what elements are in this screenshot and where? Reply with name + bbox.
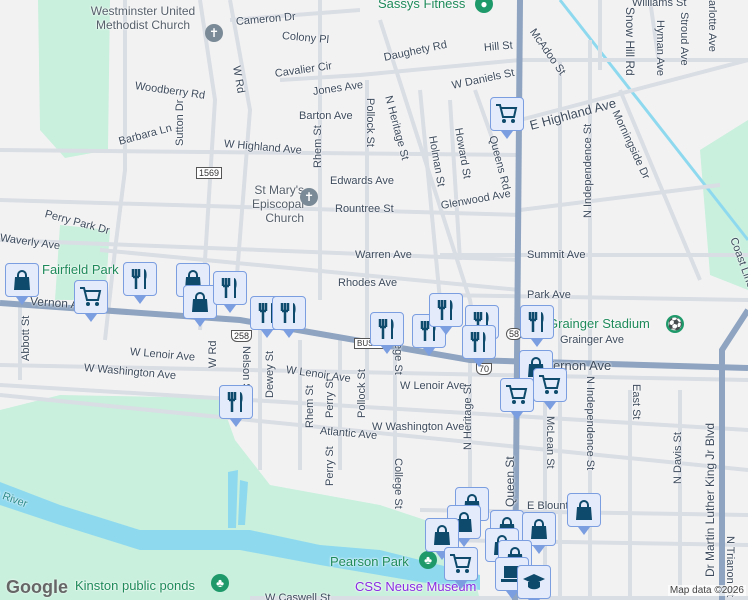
street-label: Rhem St — [312, 125, 324, 168]
restaurant-icon — [221, 278, 237, 298]
street-label: N Independence St — [582, 123, 594, 218]
street-label: Grainger Ave — [560, 334, 625, 346]
restaurant-marker[interactable] — [370, 312, 404, 354]
street-label: W Lenoir Ave — [400, 380, 466, 392]
park-icon[interactable]: ♣ — [419, 551, 437, 569]
shopping-bag-icon — [434, 525, 450, 545]
street-label: Dewey St — [264, 350, 276, 398]
poi-westminster-church[interactable]: Westminster United Methodist Church — [78, 4, 208, 32]
street-label: Perry St — [324, 378, 336, 418]
street-label: Sutton Dr — [174, 99, 186, 146]
street-label: Summit Ave — [527, 249, 586, 261]
restaurant-icon — [227, 392, 243, 412]
street-label: E Blount — [527, 500, 569, 512]
grocery-marker[interactable] — [533, 368, 567, 410]
street-label: Rhodes Ave — [338, 277, 398, 289]
park-icon[interactable]: ♣ — [211, 574, 229, 592]
restaurant-marker[interactable] — [213, 271, 247, 313]
poi-kinston-ponds[interactable]: Kinston public ponds — [75, 578, 195, 593]
street-label: Hill St — [483, 39, 514, 54]
shopping-marker[interactable] — [567, 493, 601, 535]
poi-fairfield-park[interactable]: Fairfield Park — [42, 262, 119, 277]
route-shield: 1569 — [196, 167, 223, 179]
restaurant-marker[interactable] — [520, 305, 554, 347]
poi-grainger-stadium[interactable]: Grainger Stadium — [548, 316, 650, 331]
restaurant-marker[interactable] — [429, 293, 463, 335]
grocery-marker[interactable] — [500, 378, 534, 420]
restaurant-marker[interactable] — [462, 325, 496, 367]
shopping-marker[interactable] — [183, 285, 217, 327]
street-label: W Rd — [207, 340, 219, 369]
street-label: W Caswell St — [265, 592, 331, 600]
church-icon[interactable]: ✝ — [300, 188, 318, 206]
google-logo: Google — [6, 577, 68, 597]
restaurant-icon — [131, 269, 147, 289]
shopping-bag-icon — [531, 519, 547, 539]
cart-icon — [539, 375, 561, 394]
street-label: Rountree St — [335, 203, 394, 215]
route-shield: 258 — [231, 330, 253, 342]
street-label: Pollock St — [364, 98, 376, 147]
graduation-cap-icon — [523, 574, 545, 590]
street-label: College St — [392, 458, 404, 509]
poi-sassys-fitness[interactable]: Sassys Fitness — [378, 0, 465, 11]
street-label: Barton Ave — [299, 110, 353, 122]
street-label: Warren Ave — [355, 249, 412, 261]
street-label: N Davis St — [672, 432, 684, 484]
church-icon[interactable]: ✝ — [205, 24, 223, 42]
cart-icon — [496, 104, 518, 123]
street-label: East St — [630, 384, 642, 420]
grocery-marker[interactable] — [490, 97, 524, 139]
street-label: Snow Hill Rd — [623, 7, 637, 76]
stadium-icon[interactable]: ⚽ — [666, 315, 684, 333]
street-label: Pollock St — [356, 369, 368, 418]
restaurant-icon — [528, 312, 544, 332]
restaurant-marker[interactable] — [219, 385, 253, 427]
street-label: N Independence St — [584, 376, 596, 471]
restaurant-marker[interactable] — [123, 262, 157, 304]
street-label: Rhem St — [304, 385, 316, 428]
shopping-bag-icon — [576, 500, 592, 520]
restaurant-icon — [280, 303, 296, 323]
poi-pearson-park[interactable]: Pearson Park — [330, 554, 409, 569]
street-label: Park Ave — [527, 289, 571, 301]
restaurant-marker[interactable] — [272, 296, 306, 338]
street-label: Charlotte Ave — [706, 0, 718, 52]
school-marker[interactable] — [517, 565, 551, 600]
map-base — [0, 0, 748, 600]
street-label: W Washington Ave — [372, 421, 465, 433]
grocery-marker[interactable] — [444, 547, 478, 589]
street-label: Abbott St — [20, 315, 32, 361]
street-label: N Heritage St — [462, 383, 474, 450]
restaurant-icon — [437, 300, 453, 320]
map[interactable]: Cameron Dr Colony Pl Cavalier Cir Jones … — [0, 0, 748, 600]
street-label: Queen St — [503, 456, 517, 507]
cart-icon — [506, 385, 528, 404]
shopping-marker[interactable] — [5, 263, 39, 305]
shopping-bag-icon — [192, 292, 208, 312]
shopping-bag-icon — [14, 270, 30, 290]
street-label: McLean St — [544, 416, 556, 469]
cart-icon — [80, 287, 102, 306]
street-label: Williams St — [632, 0, 687, 9]
street-label: Perry St — [324, 446, 336, 486]
grocery-marker[interactable] — [74, 280, 108, 322]
cart-icon — [450, 554, 472, 573]
poi-st-marys-church[interactable]: St Mary's Episcopal Church — [224, 183, 304, 225]
restaurant-icon — [470, 332, 486, 352]
street-label: Dr Martin Luther King Jr Blvd — [703, 422, 717, 577]
street-label: Stroud Ave — [678, 12, 690, 66]
map-attribution[interactable]: Map data ©2026 — [667, 585, 746, 596]
street-label: Hyman Ave — [654, 20, 666, 77]
street-label: Edwards Ave — [330, 175, 395, 187]
restaurant-icon — [378, 319, 394, 339]
